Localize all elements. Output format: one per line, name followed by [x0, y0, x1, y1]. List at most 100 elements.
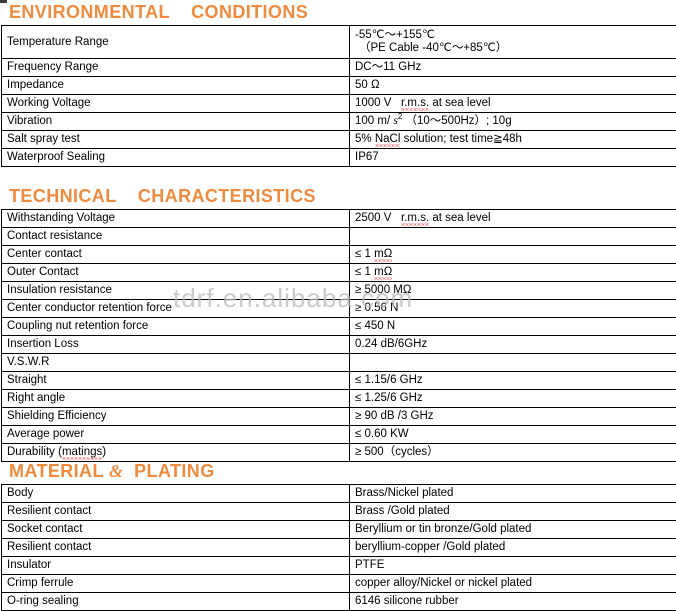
- environmental-conditions-table: Temperature Range -55℃～+155℃ （PE Cable -…: [1, 25, 676, 167]
- technical-characteristics-heading: TECHNICAL CHARACTERISTICS: [9, 186, 316, 206]
- row-parameter: Frequency Range: [2, 59, 350, 77]
- row-value: copper alloy/Nickel or nickel plated: [350, 575, 676, 593]
- value-misspelled: mΩ: [374, 248, 392, 262]
- value-prefix: 5%: [355, 133, 375, 145]
- table-row: Right angle ≤ 1.25/6 GHz: [2, 390, 676, 408]
- row-parameter: Insulation resistance: [2, 282, 350, 300]
- row-parameter: Coupling nut retention force: [2, 318, 350, 336]
- row-parameter: Salt spray test: [2, 131, 350, 149]
- table-row: Insulation resistance ≥ 5000 MΩ: [2, 282, 676, 300]
- value-prefix: 100 m/: [355, 115, 393, 127]
- row-parameter: Socket contact: [2, 521, 350, 539]
- table-row: Body Brass/Nickel plated: [2, 485, 676, 503]
- table-row: Contact resistance: [2, 228, 676, 246]
- row-parameter: Straight: [2, 372, 350, 390]
- table-row: Coupling nut retention force ≤ 450 N: [2, 318, 676, 336]
- spec-sheet-page: ENVIRONMENTAL CONDITIONS Temperature Ran…: [0, 0, 676, 603]
- row-value: 0.24 dB/6GHz: [350, 336, 676, 354]
- row-value: [350, 228, 676, 246]
- temperature-range-line2: （PE Cable -40℃～+85℃）: [355, 42, 676, 55]
- row-parameter: Vibration: [2, 113, 350, 131]
- row-value: PTFE: [350, 557, 676, 575]
- row-parameter: Working Voltage: [2, 95, 350, 113]
- value-misspelled: mΩ: [374, 266, 392, 280]
- table-row: Shielding Efficiency ≥ 90 dB /3 GHz: [2, 408, 676, 426]
- table-row: Working Voltage 1000 V r.m.s. at sea lev…: [2, 95, 676, 113]
- table-row: O-ring sealing 6146 silicone rubber: [2, 593, 676, 611]
- value-misspelled: NaCl: [375, 133, 401, 147]
- value-misspelled: r.m.s.: [401, 212, 429, 226]
- value-suffix: at sea level: [429, 212, 490, 224]
- row-parameter: Outer Contact: [2, 264, 350, 282]
- row-value: Brass /Gold plated: [350, 503, 676, 521]
- row-value: 100 m/ s2 （10～500Hz）; 10g: [350, 113, 676, 131]
- row-parameter: Resilient contact: [2, 503, 350, 521]
- row-value: 5% NaCl solution; test time≧48h: [350, 131, 676, 149]
- value-suffix: solution; test time≧48h: [400, 133, 522, 145]
- table-row: Impedance 50 Ω: [2, 77, 676, 95]
- row-value: 6146 silicone rubber: [350, 593, 676, 611]
- row-value: ≥ 90 dB /3 GHz: [350, 408, 676, 426]
- row-parameter: V.S.W.R: [2, 354, 350, 372]
- value-prefix: 1000 V: [355, 97, 391, 109]
- table-row: Waterproof Sealing IP67: [2, 149, 676, 167]
- heading-part-plating: PLATING: [123, 461, 214, 481]
- scan-corner-mark: [0, 0, 7, 3]
- row-parameter: Center contact: [2, 246, 350, 264]
- heading-part-material: MATERIAL: [9, 461, 109, 481]
- row-parameter: Shielding Efficiency: [2, 408, 350, 426]
- table-row: V.S.W.R: [2, 354, 676, 372]
- value-suffix: （10～500Hz）; 10g: [402, 115, 511, 127]
- row-value: Brass/Nickel plated: [350, 485, 676, 503]
- row-parameter: Contact resistance: [2, 228, 350, 246]
- table-row: Resilient contact beryllium-copper /Gold…: [2, 539, 676, 557]
- row-value: 50 Ω: [350, 77, 676, 95]
- ampersand-glyph: &: [109, 461, 123, 481]
- row-parameter: Insulator: [2, 557, 350, 575]
- row-parameter: Resilient contact: [2, 539, 350, 557]
- row-parameter: Body: [2, 485, 350, 503]
- table-row: Durability (matings) ≥ 500（cycles）: [2, 444, 676, 462]
- row-parameter: Durability (matings): [2, 444, 350, 462]
- value-prefix: 2500 V: [355, 212, 391, 224]
- row-value: Beryllium or tin bronze/Gold plated: [350, 521, 676, 539]
- row-value: ≥ 500（cycles）: [350, 444, 676, 462]
- row-value: ≤ 1.25/6 GHz: [350, 390, 676, 408]
- row-parameter: Crimp ferrule: [2, 575, 350, 593]
- row-parameter: Right angle: [2, 390, 350, 408]
- row-parameter: Impedance: [2, 77, 350, 95]
- table-row: Resilient contact Brass /Gold plated: [2, 503, 676, 521]
- row-value: 2500 V r.m.s. at sea level: [350, 210, 676, 228]
- table-row: Outer Contact ≤ 1 mΩ: [2, 264, 676, 282]
- value-prefix: ≤ 1: [355, 266, 374, 278]
- table-row: Insertion Loss 0.24 dB/6GHz: [2, 336, 676, 354]
- row-parameter: Waterproof Sealing: [2, 149, 350, 167]
- row-value: -55℃～+155℃ （PE Cable -40℃～+85℃）: [350, 26, 676, 59]
- value-suffix: at sea level: [429, 97, 490, 109]
- table-row: Straight ≤ 1.15/6 GHz: [2, 372, 676, 390]
- table-row: Center conductor retention force ≥ 0.56 …: [2, 300, 676, 318]
- row-value: ≤ 1.15/6 GHz: [350, 372, 676, 390]
- row-value: IP67: [350, 149, 676, 167]
- row-value: ≤ 1 mΩ: [350, 264, 676, 282]
- table-row: Socket contact Beryllium or tin bronze/G…: [2, 521, 676, 539]
- row-value: ≤ 450 N: [350, 318, 676, 336]
- material-plating-table: Body Brass/Nickel plated Resilient conta…: [1, 484, 676, 611]
- temperature-range-line1: -55℃～+155℃: [355, 29, 435, 41]
- table-row: Insulator PTFE: [2, 557, 676, 575]
- table-row: Crimp ferrule copper alloy/Nickel or nic…: [2, 575, 676, 593]
- parameter-misspelled: matings: [62, 446, 102, 460]
- row-value: ≥ 5000 MΩ: [350, 282, 676, 300]
- table-row: Center contact ≤ 1 mΩ: [2, 246, 676, 264]
- row-value: ≥ 0.56 N: [350, 300, 676, 318]
- table-row: Withstanding Voltage 2500 V r.m.s. at se…: [2, 210, 676, 228]
- row-parameter: Average power: [2, 426, 350, 444]
- row-value: beryllium-copper /Gold plated: [350, 539, 676, 557]
- row-parameter: O-ring sealing: [2, 593, 350, 611]
- row-value: 1000 V r.m.s. at sea level: [350, 95, 676, 113]
- table-row: Temperature Range -55℃～+155℃ （PE Cable -…: [2, 26, 676, 59]
- row-parameter: Center conductor retention force: [2, 300, 350, 318]
- row-value: ≤ 1 mΩ: [350, 246, 676, 264]
- material-plating-heading: MATERIAL & PLATING: [9, 461, 215, 481]
- row-value: ≤ 0.60 KW: [350, 426, 676, 444]
